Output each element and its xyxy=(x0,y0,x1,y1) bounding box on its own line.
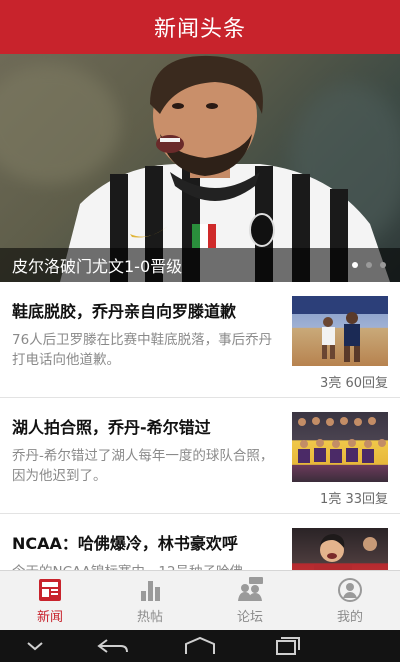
tab-label: 热帖 xyxy=(136,610,163,625)
tab-mine[interactable]: 我的 xyxy=(300,571,400,631)
news-summary: 76人后卫罗滕在比赛中鞋底脱落，事后乔丹打电话向他道歉。 xyxy=(12,332,273,368)
page-title: 新闻头条 xyxy=(153,17,246,42)
news-title: 鞋底脱胶，乔丹亲自向罗滕道歉 xyxy=(12,302,237,321)
tab-forum[interactable]: 论坛 xyxy=(200,571,300,631)
system-nav-bar xyxy=(0,630,400,662)
news-title: NCAA：哈佛爆冷，林书豪欢呼 xyxy=(12,534,238,553)
tab-label: 新闻 xyxy=(36,610,63,625)
person-icon xyxy=(338,578,362,602)
chevron-down-icon[interactable] xyxy=(24,637,46,655)
news-title: 湖人拍合照，乔丹-希尔错过 xyxy=(12,418,211,437)
tab-label: 我的 xyxy=(336,610,363,625)
back-icon[interactable] xyxy=(93,636,133,656)
carousel-dot[interactable] xyxy=(352,262,358,268)
group-icon xyxy=(238,577,263,601)
news-thumbnail xyxy=(292,296,388,366)
news-item[interactable]: NCAA：哈佛爆冷，林书豪欢呼 今天的NCAA锦标赛中，12号种子哈佛 xyxy=(0,514,400,570)
news-stats: 1亮 33回复 xyxy=(320,492,388,507)
app-title-bar: 新闻头条 xyxy=(0,0,400,54)
tab-news[interactable]: 新闻 xyxy=(0,571,100,631)
news-thumbnail xyxy=(292,528,388,570)
carousel-caption-bar: 皮尔洛破门尤文1-0晋级 xyxy=(0,248,400,282)
carousel-caption: 皮尔洛破门尤文1-0晋级 xyxy=(12,257,183,276)
carousel-dot[interactable] xyxy=(380,262,386,268)
headline-carousel[interactable]: 皮尔洛破门尤文1-0晋级 xyxy=(0,54,400,282)
bar-chart-icon xyxy=(141,581,160,601)
news-item[interactable]: 鞋底脱胶，乔丹亲自向罗滕道歉 76人后卫罗滕在比赛中鞋底脱落，事后乔丹打电话向他… xyxy=(0,282,400,398)
tab-hot-posts[interactable]: 热帖 xyxy=(100,571,200,631)
recent-apps-icon[interactable] xyxy=(267,636,307,656)
news-thumbnail xyxy=(292,412,388,482)
tab-label: 论坛 xyxy=(236,610,263,625)
news-list: 鞋底脱胶，乔丹亲自向罗滕道歉 76人后卫罗滕在比赛中鞋底脱落，事后乔丹打电话向他… xyxy=(0,282,400,570)
news-summary: 今天的NCAA锦标赛中，12号种子哈佛 xyxy=(12,562,282,570)
news-summary: 乔丹-希尔错过了湖人每年一度的球队合照，因为他迟到了。 xyxy=(12,448,274,484)
news-item[interactable]: 湖人拍合照，乔丹-希尔错过 乔丹-希尔错过了湖人每年一度的球队合照，因为他迟到了… xyxy=(0,398,400,514)
news-icon xyxy=(39,579,61,601)
news-stats: 3亮 60回复 xyxy=(320,376,388,391)
carousel-dot[interactable] xyxy=(366,262,372,268)
carousel-page-indicator xyxy=(352,262,400,268)
home-icon[interactable] xyxy=(180,636,220,656)
bottom-tab-bar: 新闻 热帖 论坛 我的 xyxy=(0,570,400,631)
